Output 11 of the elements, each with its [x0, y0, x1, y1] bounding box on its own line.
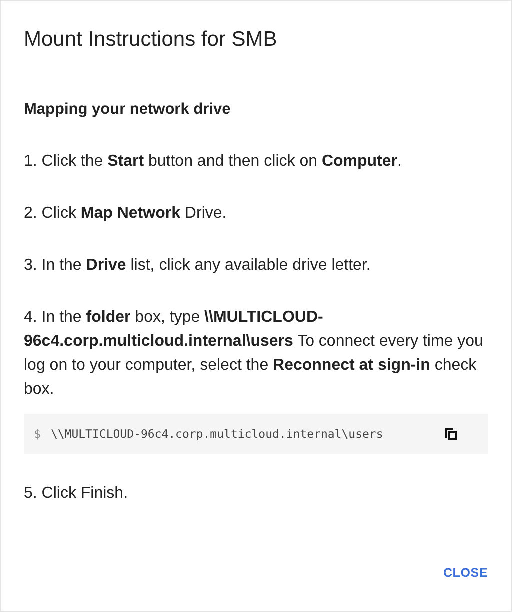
- copy-icon[interactable]: [444, 427, 458, 441]
- section-heading: Mapping your network drive: [24, 100, 232, 120]
- instruction-text: 3. In the Drive list, click any available drive letter.: [24, 256, 372, 276]
- prompt-symbol: $: [34, 426, 41, 443]
- dialog-title: Mount Instructions for SMB: [24, 27, 278, 53]
- instruction-text: 2. Click Map Network Drive.: [24, 204, 228, 224]
- instruction-text: 5. Click Finish.: [24, 484, 130, 504]
- instruction-text: 1. Click the Start button and then click on Computer.: [24, 152, 403, 172]
- close-button[interactable]: CLOSE: [443, 560, 488, 586]
- instruction-text: 4. In the folder box, type \\MULTICLOUD-96c4.corp.multicloud.internal\users To connect every time you log on to your computer, select the Reconnect at sign-in check box.: [24, 308, 484, 400]
- code-text: \\MULTICLOUD-96c4.corp.multicloud.internal\users: [50, 426, 384, 443]
